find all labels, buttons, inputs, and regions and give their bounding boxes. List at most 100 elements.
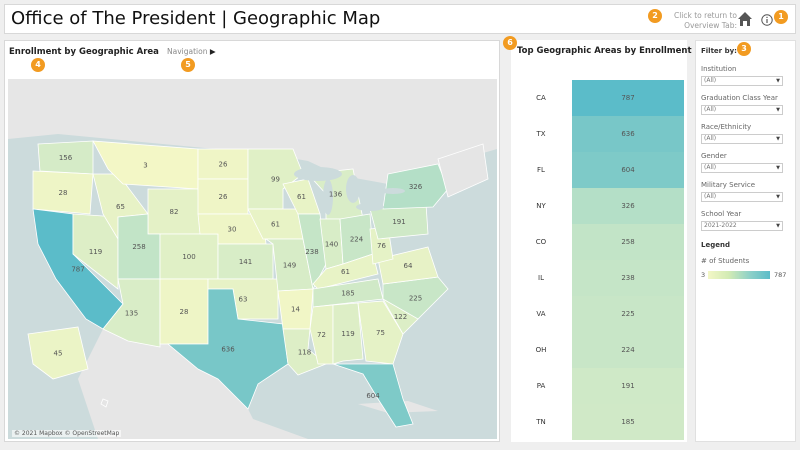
school-year-select[interactable]: 2021-2022 ▼: [701, 221, 783, 231]
info-icon[interactable]: [761, 14, 773, 26]
state-value-label: 224: [350, 236, 364, 244]
map-title: Enrollment by Geographic Area: [9, 47, 159, 57]
ranking-row[interactable]: FL 604: [511, 152, 687, 188]
badge-4: 4: [31, 58, 45, 72]
state-value-label: 636: [221, 346, 235, 354]
ranking-row-label: CO: [535, 238, 547, 246]
ranking-row-label: OH: [535, 346, 547, 354]
ranking-row[interactable]: IL 238: [511, 260, 687, 296]
chevron-down-icon: ▼: [776, 107, 780, 113]
state-value-label: 61: [271, 221, 280, 229]
state-value-label: 238: [305, 248, 318, 256]
state-value-label: 149: [283, 262, 296, 270]
state-value-label: 76: [377, 242, 386, 250]
ranking-row-label: IL: [538, 274, 544, 282]
return-to-overview-text: Click to return to Overview Tab:: [669, 11, 737, 31]
ranking-panel: Top Geographic Areas by Enrollment CA 787…: [511, 40, 692, 442]
legend-color-scale: [708, 271, 770, 279]
ranking-title: Top Geographic Areas by Enrollment: [517, 46, 692, 56]
legend-measure: # of Students: [701, 257, 750, 265]
state-value-label: 135: [125, 310, 138, 318]
ranking-row-value: 191: [572, 368, 684, 404]
state-value-label: 225: [409, 295, 422, 303]
ranking-row[interactable]: PA 191: [511, 368, 687, 404]
ranking-row-label: NY: [536, 202, 546, 210]
filter-label-graduation-class-year: Graduation Class Year: [701, 94, 778, 102]
ranking-row-value: 224: [572, 332, 684, 368]
ranking-row[interactable]: TX 636: [511, 116, 687, 152]
badge-1: 1: [774, 10, 788, 24]
home-icon[interactable]: [737, 11, 753, 27]
state-value-label: 140: [325, 241, 338, 249]
page-title: Office of The President | Geographic Map: [11, 8, 381, 29]
state-value-label: 119: [341, 330, 354, 338]
state-value-label: 136: [329, 191, 343, 199]
ranking-row-value: 258: [572, 224, 684, 260]
ranking-row[interactable]: CA 787: [511, 80, 687, 116]
badge-3: 3: [737, 42, 751, 56]
legend-title: Legend: [701, 241, 730, 249]
navigation-link[interactable]: Navigation ▶: [167, 47, 216, 56]
play-right-icon: ▶: [209, 47, 216, 56]
graduation-class-year-select[interactable]: (All) ▼: [701, 105, 783, 115]
state-value-label: 72: [317, 331, 326, 339]
badge-2: 2: [648, 9, 662, 23]
state-value-label: 258: [132, 243, 145, 251]
ranking-row[interactable]: TN 185: [511, 404, 687, 440]
military-service-select[interactable]: (All) ▼: [701, 192, 783, 202]
geographic-map[interactable]: 156 28 787 119 65 258 135 28 100 82 3 26 26 30 141 63 63…: [8, 79, 497, 439]
state-value-label: 3: [143, 162, 147, 170]
return-text-line-2: Overview Tab:: [684, 21, 737, 30]
state-value-label: 64: [404, 262, 413, 270]
ranking-row-label: TX: [536, 130, 546, 138]
state-value-label: 61: [297, 193, 306, 201]
state-value-label: 118: [298, 349, 311, 357]
chevron-down-icon: ▼: [776, 194, 780, 200]
state-value-label: 326: [409, 183, 423, 191]
filter-label-school-year: School Year: [701, 210, 742, 218]
state-value-label: 30: [228, 226, 237, 234]
graduation-class-year-select-value: (All): [704, 106, 717, 113]
filter-label-gender: Gender: [701, 152, 727, 160]
institution-select[interactable]: (All) ▼: [701, 76, 783, 86]
ranking-row-label: FL: [537, 166, 545, 174]
legend-min-value: 3: [701, 271, 706, 279]
state-value-label: 787: [71, 266, 84, 274]
state-value-label: 63: [239, 296, 248, 304]
ranking-row[interactable]: OH 224: [511, 332, 687, 368]
state-value-label: 75: [376, 329, 385, 337]
ranking-row[interactable]: CO 258: [511, 224, 687, 260]
ranking-row-value: 225: [572, 296, 684, 332]
navigation-label: Navigation: [167, 47, 208, 56]
military-service-select-value: (All): [704, 193, 717, 200]
state-value-label: 185: [341, 290, 354, 298]
filter-label-military-service: Military Service: [701, 181, 756, 189]
race-ethnicity-select[interactable]: (All) ▼: [701, 134, 783, 144]
gender-select-value: (All): [704, 164, 717, 171]
ranking-row-value: 636: [572, 116, 684, 152]
chevron-down-icon: ▼: [776, 165, 780, 171]
chevron-down-icon: ▼: [776, 78, 780, 84]
state-value-label: 26: [219, 161, 228, 169]
ranking-row-value: 787: [572, 80, 684, 116]
return-text-line-1: Click to return to: [673, 11, 737, 20]
state-value-label: 45: [54, 350, 63, 358]
state-value-label: 604: [366, 392, 380, 400]
state-value-label: 61: [341, 268, 350, 276]
chevron-down-icon: ▼: [776, 223, 780, 229]
state-value-label: 65: [116, 203, 125, 211]
ranking-row-value: 238: [572, 260, 684, 296]
header-bar: Office of The President | Geographic Map…: [4, 4, 796, 34]
state-value-label: 141: [239, 258, 252, 266]
badge-6: 6: [503, 36, 517, 50]
gender-select[interactable]: (All) ▼: [701, 163, 783, 173]
state-value-label: 26: [219, 193, 228, 201]
state-value-label: 191: [392, 218, 405, 226]
legend-max-value: 787: [774, 271, 787, 279]
state-value-label: 100: [182, 253, 195, 261]
ranking-row-value: 185: [572, 404, 684, 440]
ranking-row-value: 326: [572, 188, 684, 224]
ranking-row[interactable]: NY 326: [511, 188, 687, 224]
race-ethnicity-select-value: (All): [704, 135, 717, 142]
ranking-row[interactable]: VA 225: [511, 296, 687, 332]
